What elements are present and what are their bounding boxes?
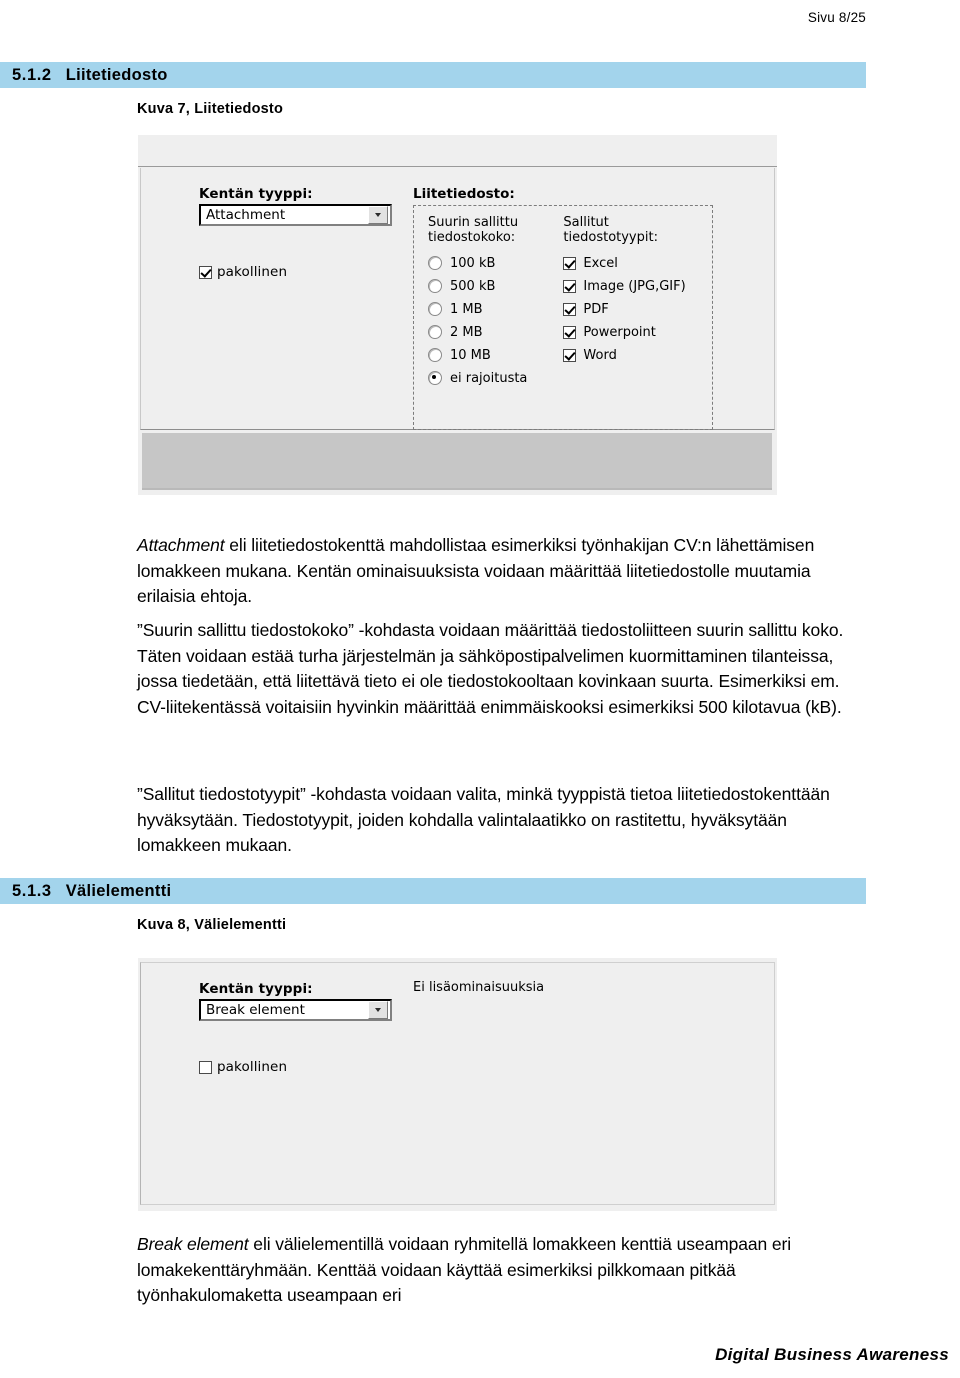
attachment-group-title: Liitetiedosto: [413,186,515,202]
figure-caption-7: Kuva 7, Liitetiedosto [137,101,283,117]
type-label-word: Word [583,347,617,363]
section-heading-5-1-3: 5.1.3 Välielementti [0,878,866,904]
attachment-settings-panel: Kentän tyyppi: Attachment pakollinen Lii… [140,168,775,430]
type-label-image: Image (JPG,GIF) [583,278,686,294]
type-checkbox-image[interactable] [563,279,577,293]
type-checkbox-powerpoint[interactable] [563,325,577,339]
section-number: 5.1.2 [12,65,52,84]
size-label-no-limit: ei rajoitusta [450,370,528,386]
paragraph-allowed-types: ”Sallitut tiedostotyypit” -kohdasta void… [137,784,830,855]
size-label-2mb: 2 MB [450,324,483,340]
field-type-select[interactable]: Break element [199,999,392,1021]
no-extra-properties-text: Ei lisäominaisuuksia [413,980,545,995]
required-checkbox[interactable] [199,1060,212,1074]
paragraph-max-filesize: ”Suurin sallittu tiedostokoko” -kohdasta… [137,620,844,717]
page-footer: Digital Business Awareness [715,1345,949,1364]
type-checkbox-pdf[interactable] [563,302,577,316]
figure-7-attachment-settings: Kentän tyyppi: Attachment pakollinen Lii… [137,134,778,496]
field-type-label: Kentän tyyppi: [199,981,313,997]
required-checkbox[interactable] [199,265,212,279]
type-option-row[interactable]: PDF [563,298,685,321]
size-radio-100kb[interactable] [428,256,442,271]
type-option-row[interactable]: Powerpoint [563,321,685,344]
size-label-1mb: 1 MB [450,301,483,317]
section-heading-5-1-2: 5.1.2 Liitetiedosto [0,62,866,88]
attachment-options-group: Suurin sallittu tiedostokoko: 100 kB 500… [413,205,713,430]
chevron-down-icon[interactable] [368,1001,388,1019]
field-type-selected-value: Attachment [206,207,286,223]
section-number: 5.1.3 [12,881,52,900]
paragraph-attachment-intro: Attachment eli liitetiedostokenttä mahdo… [137,533,849,610]
page-number-header: Sivu 8/25 [807,10,866,25]
size-option-row[interactable]: ei rajoitusta [428,367,527,390]
attachment-left-column: Kentän tyyppi: Attachment pakollinen [199,186,414,280]
break-element-left-column: Kentän tyyppi: Break element pakollinen [199,981,414,1075]
required-checkbox-row[interactable]: pakollinen [199,1059,414,1075]
size-option-row[interactable]: 2 MB [428,321,527,344]
size-radio-1mb[interactable] [428,302,442,317]
size-option-row[interactable]: 1 MB [428,298,527,321]
size-label-100kb: 100 kB [450,255,496,271]
size-label-10mb: 10 MB [450,347,491,363]
max-filesize-title: Suurin sallittu tiedostokoko: [428,215,519,245]
screenshot-gray-band [142,433,772,490]
field-type-label: Kentän tyyppi: [199,186,313,202]
type-option-row[interactable]: Image (JPG,GIF) [563,275,686,298]
paragraph-break-element-intro: Break element eli välielementillä voidaa… [137,1232,849,1309]
required-checkbox-label: pakollinen [217,1059,288,1075]
type-checkbox-excel[interactable] [563,256,577,270]
max-filesize-column: Suurin sallittu tiedostokoko: 100 kB 500… [428,215,527,417]
required-checkbox-row[interactable]: pakollinen [199,264,414,280]
size-radio-2mb[interactable] [428,325,442,340]
type-checkbox-word[interactable] [563,348,577,362]
paragraph-lead-term: Attachment [137,535,225,555]
size-option-row[interactable]: 10 MB [428,344,527,367]
type-option-row[interactable]: Excel [563,252,685,275]
figure-8-break-element-settings: Kentän tyyppi: Break element pakollinen … [137,957,778,1212]
field-type-selected-value: Break element [206,1002,305,1018]
size-option-row[interactable]: 100 kB [428,252,527,275]
size-radio-500kb[interactable] [428,279,442,294]
size-radio-10mb[interactable] [428,348,442,363]
section-title: Liitetiedosto [65,65,168,84]
screenshot-top-strip [138,135,777,167]
paragraph-lead-term: Break element [137,1234,249,1254]
field-type-select[interactable]: Attachment [199,204,392,226]
size-label-500kb: 500 kB [450,278,496,294]
chevron-down-icon[interactable] [368,206,388,224]
type-label-pdf: PDF [583,301,609,317]
attachment-right-column: Liitetiedosto: Suurin sallittu tiedostok… [413,186,713,430]
allowed-types-column: Sallitut tiedostotyypit: Excel Image (JP… [563,215,686,417]
type-option-row[interactable]: Word [563,344,685,367]
size-option-row[interactable]: 500 kB [428,275,527,298]
paragraph-body: eli liitetiedostokenttä mahdollistaa esi… [137,535,815,606]
allowed-types-title: Sallitut tiedostotyypit: [563,215,658,245]
type-label-excel: Excel [583,255,618,271]
size-radio-no-limit[interactable] [428,371,442,386]
break-element-settings-panel: Kentän tyyppi: Break element pakollinen … [140,962,775,1205]
required-checkbox-label: pakollinen [217,264,288,280]
figure-caption-8: Kuva 8, Välielementti [137,917,287,933]
section-title: Välielementti [65,881,172,900]
type-label-powerpoint: Powerpoint [583,324,656,340]
